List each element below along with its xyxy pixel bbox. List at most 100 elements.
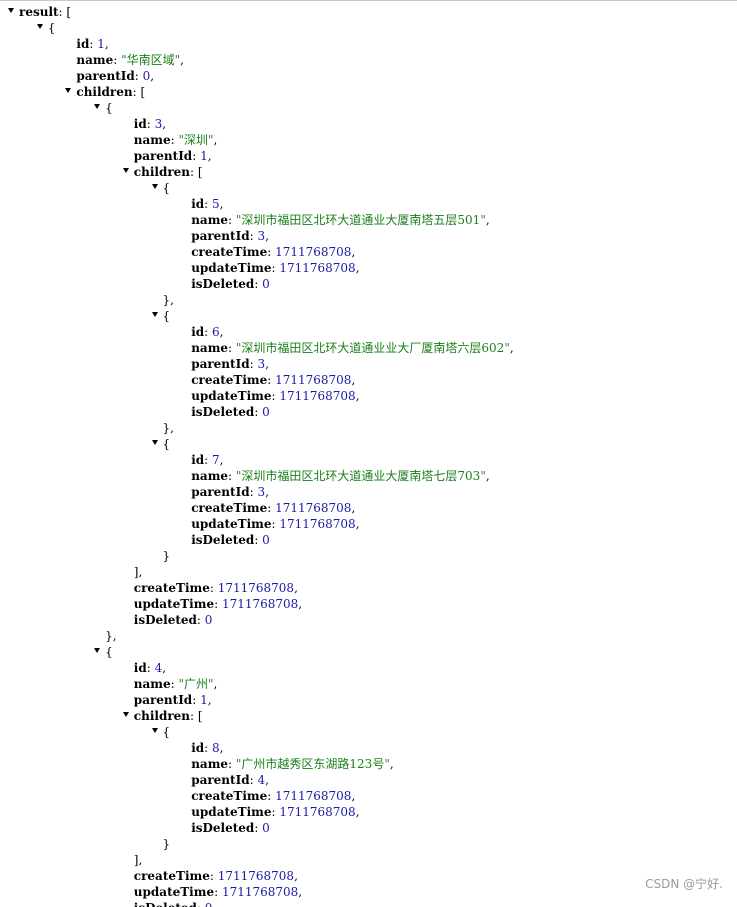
json-key: createTime [191,373,268,387]
collapse-toggle-icon[interactable] [122,164,132,180]
comma: , [213,677,218,691]
colon: : [254,277,263,291]
colon: : [209,581,218,595]
json-line-content: }, [105,628,116,644]
colon: : [204,325,212,339]
json-line-content: parentId: 4, [191,772,269,788]
colon: : [228,341,236,355]
collapse-toggle-icon[interactable] [151,308,161,324]
json-key: name [191,469,229,483]
json-string-value: "深圳" [178,133,214,147]
colon: : [228,757,236,771]
colon: : [254,533,263,547]
json-line-content: parentId: 1, [134,692,212,708]
comma: , [207,693,212,707]
json-key: id [191,197,205,211]
colon: : [228,213,236,227]
json-number-value: 0 [262,405,270,419]
collapse-toggle-icon[interactable] [93,644,103,660]
comma: , [294,581,298,595]
json-number-value: 7 [212,453,220,467]
json-bracket: { [105,101,113,115]
json-string-value: "华南区域" [121,53,181,67]
collapse-toggle-icon[interactable] [36,20,46,36]
json-line-content: createTime: 1711768708, [191,500,355,516]
json-line-content: }, [163,292,174,308]
json-key: isDeleted [191,821,255,835]
json-line-content: id: 5, [191,196,223,212]
collapse-toggle-icon[interactable] [64,84,74,100]
colon: : [113,53,122,67]
json-bracket: { [105,645,113,659]
colon: : [192,149,201,163]
json-line-content: { [163,724,171,740]
json-number-value: 6 [212,325,220,339]
comma: , [485,469,490,483]
json-key: parentId [133,149,193,163]
comma: , [355,517,360,531]
comma: , [219,453,224,467]
json-number-value: 1711768708 [275,373,352,387]
json-string-value: "深圳市福田区北环大道通业业大厂厦南塔六层602" [235,341,510,355]
json-line-content: createTime: 1711768708, [191,788,355,804]
json-number-value: 0 [205,901,213,907]
json-key: parentId [191,485,250,499]
colon: : [267,501,276,515]
colon: : [204,741,212,755]
json-line-content: createTime: 1711768708, [191,244,355,260]
comma: , [351,501,356,515]
json-line-content: }, [163,420,174,436]
json-line-content: name: "深圳", [134,132,218,148]
json-key: id [133,117,147,131]
json-key: name [133,133,171,147]
json-line-content: isDeleted: 0 [191,532,270,548]
json-key: result [19,5,59,19]
json-key: isDeleted [191,405,255,419]
json-line-content: name: "广州市越秀区东湖路123号", [191,756,393,772]
collapse-toggle-icon[interactable] [151,724,161,740]
json-line-content: isDeleted: 0 [134,612,213,628]
json-line-content: parentId: 3, [191,484,269,500]
colon: : [267,373,276,387]
json-key: children [133,709,191,723]
comma: , [298,597,303,611]
json-line-content: id: 1, [76,36,108,52]
json-number-value: 1711768708 [275,789,352,803]
colon: : [192,693,201,707]
json-number-value: 1711768708 [221,597,299,611]
comma: , [355,805,360,819]
json-number-value: 1711768708 [275,245,352,259]
json-line-content: createTime: 1711768708, [134,868,298,884]
comma: , [298,885,303,899]
comma: , [207,149,212,163]
json-number-value: 1711768708 [279,805,356,819]
json-bracket: } [162,549,171,563]
comma: , [389,757,394,771]
json-bracket: }, [162,421,174,435]
json-line-content: id: 8, [191,740,223,756]
colon: : [267,245,276,259]
collapse-toggle-icon[interactable] [93,100,103,116]
comma: , [265,485,269,499]
json-line-content: isDeleted: 0 [191,404,270,420]
json-key: name [133,677,171,691]
json-bracket: ], [133,565,143,579]
json-bracket: }, [105,629,117,643]
json-bracket: [ [197,165,203,179]
collapse-toggle-icon[interactable] [151,436,161,452]
json-number-value: 0 [204,613,213,627]
collapse-toggle-icon[interactable] [7,4,17,20]
json-line-content: name: "华南区域", [76,52,184,68]
json-key: name [76,53,114,67]
json-key: id [191,453,205,467]
json-line-content: { [105,100,113,116]
comma: , [485,213,490,227]
collapse-toggle-icon[interactable] [122,708,132,724]
json-number-value: 3 [257,229,266,243]
colon: : [228,469,236,483]
json-key: isDeleted [191,533,255,547]
collapse-toggle-icon[interactable] [151,180,161,196]
comma: , [351,373,356,387]
json-key: isDeleted [134,901,197,907]
json-number-value: 1711768708 [279,261,356,275]
